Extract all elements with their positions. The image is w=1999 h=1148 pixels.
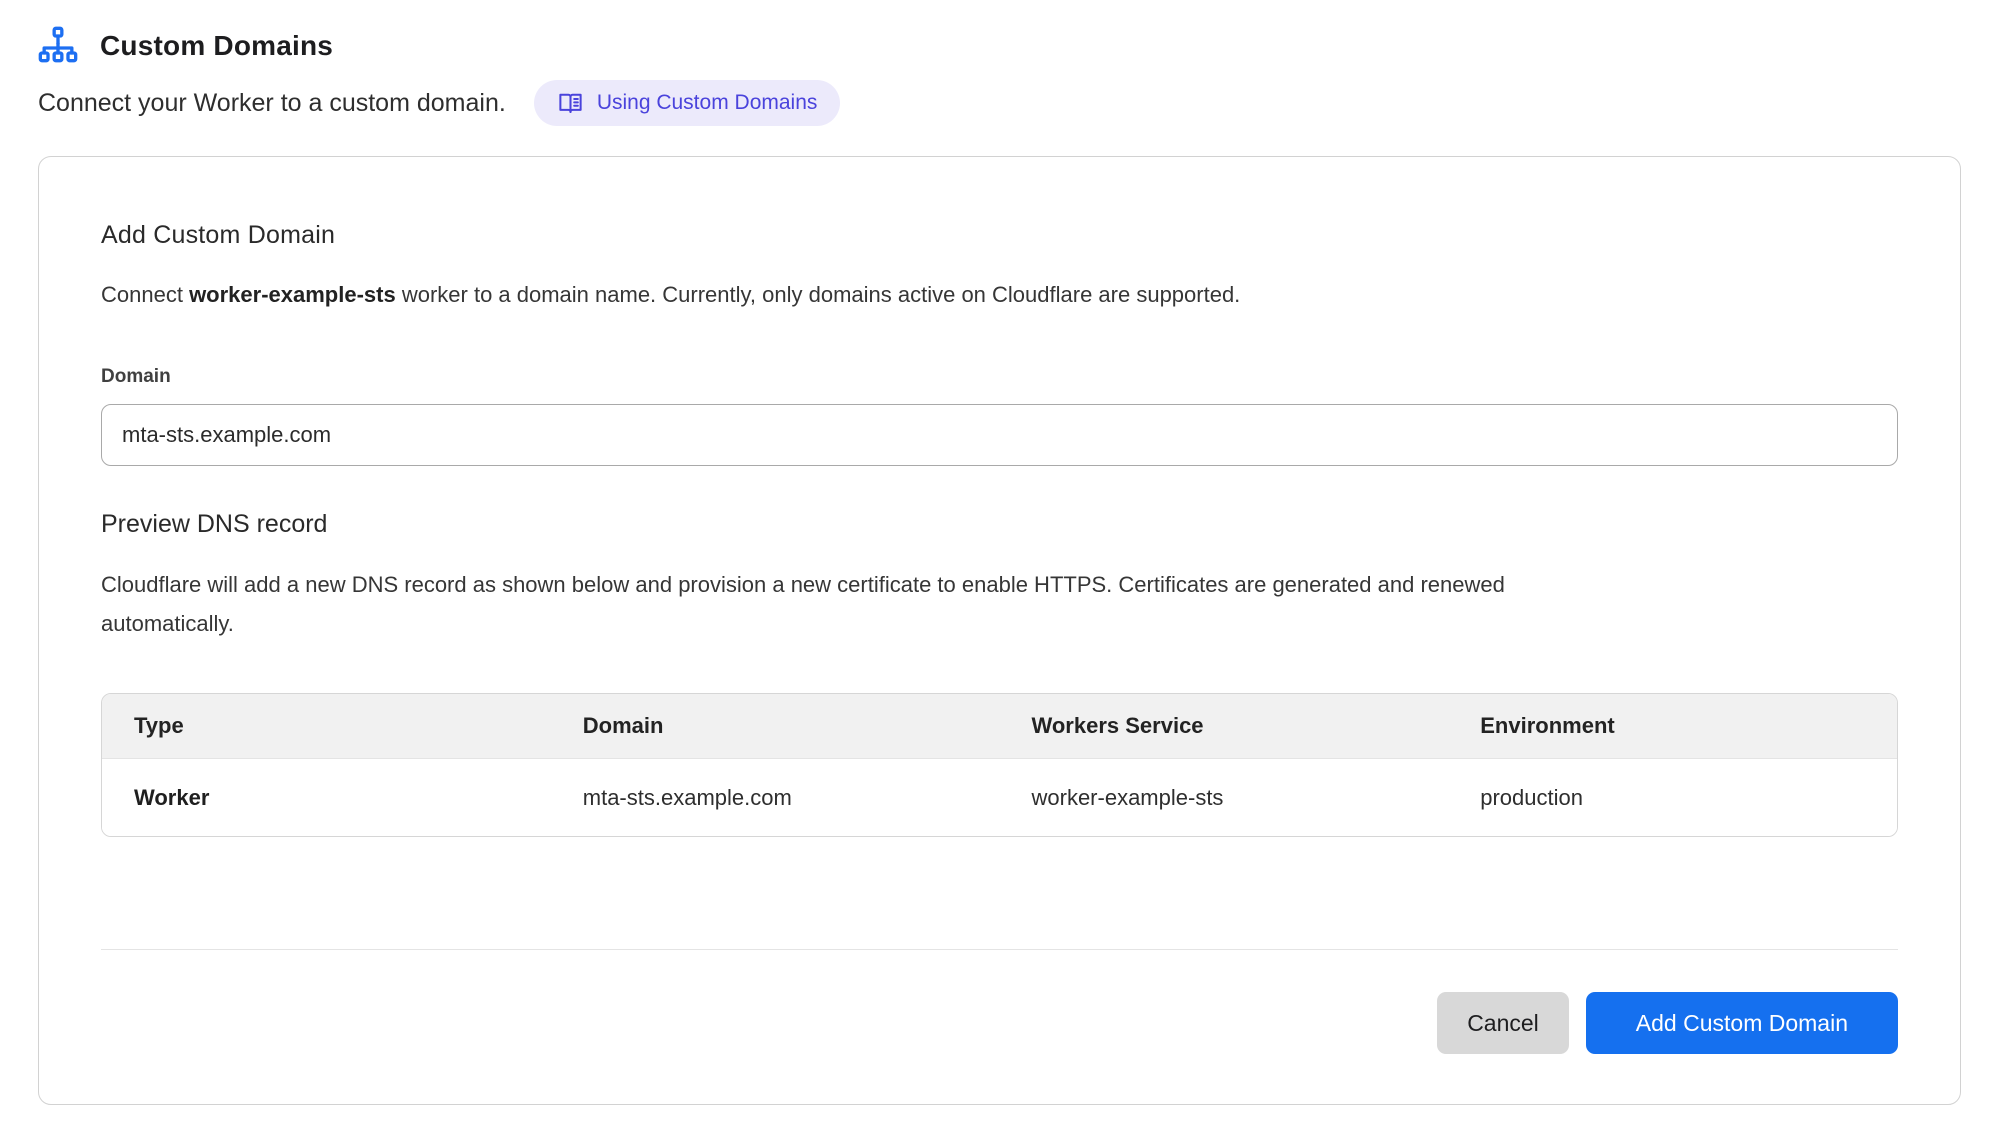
intro-prefix: Connect xyxy=(101,282,189,307)
custom-domains-page: Custom Domains Connect your Worker to a … xyxy=(0,0,1999,1105)
cell-type: Worker xyxy=(102,785,551,811)
preview-heading: Preview DNS record xyxy=(101,510,1898,539)
cell-domain: mta-sts.example.com xyxy=(551,785,1000,811)
action-buttons-row: Cancel Add Custom Domain xyxy=(101,992,1898,1054)
sitemap-icon xyxy=(38,26,78,66)
column-header-type: Type xyxy=(102,713,551,739)
add-custom-domain-card: Add Custom Domain Connect worker-example… xyxy=(38,156,1961,1105)
domain-input[interactable] xyxy=(101,404,1898,466)
intro-suffix: worker to a domain name. Currently, only… xyxy=(396,282,1241,307)
cancel-button[interactable]: Cancel xyxy=(1437,992,1569,1054)
docs-link-badge[interactable]: Using Custom Domains xyxy=(534,80,841,126)
worker-name: worker-example-sts xyxy=(189,282,396,307)
footer-divider xyxy=(101,949,1898,950)
table-row: Worker mta-sts.example.com worker-exampl… xyxy=(102,759,1897,836)
dns-preview-table: Type Domain Workers Service Environment … xyxy=(101,693,1898,837)
page-subtitle: Connect your Worker to a custom domain. xyxy=(38,89,506,118)
subtitle-row: Connect your Worker to a custom domain. … xyxy=(38,80,1961,126)
domain-label: Domain xyxy=(101,366,1898,388)
page-title: Custom Domains xyxy=(100,30,333,62)
card-heading: Add Custom Domain xyxy=(101,221,1898,250)
add-custom-domain-button[interactable]: Add Custom Domain xyxy=(1586,992,1898,1054)
cell-environment: production xyxy=(1448,785,1897,811)
cell-workers-service: worker-example-sts xyxy=(1000,785,1449,811)
title-row: Custom Domains xyxy=(38,26,1961,66)
preview-description: Cloudflare will add a new DNS record as … xyxy=(101,565,1551,643)
card-intro: Connect worker-example-sts worker to a d… xyxy=(101,282,1898,308)
page-header: Custom Domains Connect your Worker to a … xyxy=(38,26,1961,126)
column-header-environment: Environment xyxy=(1448,713,1897,739)
docs-link-label: Using Custom Domains xyxy=(597,91,818,115)
column-header-domain: Domain xyxy=(551,713,1000,739)
table-header-row: Type Domain Workers Service Environment xyxy=(102,694,1897,759)
column-header-workers-service: Workers Service xyxy=(1000,713,1449,739)
book-icon xyxy=(557,90,584,117)
